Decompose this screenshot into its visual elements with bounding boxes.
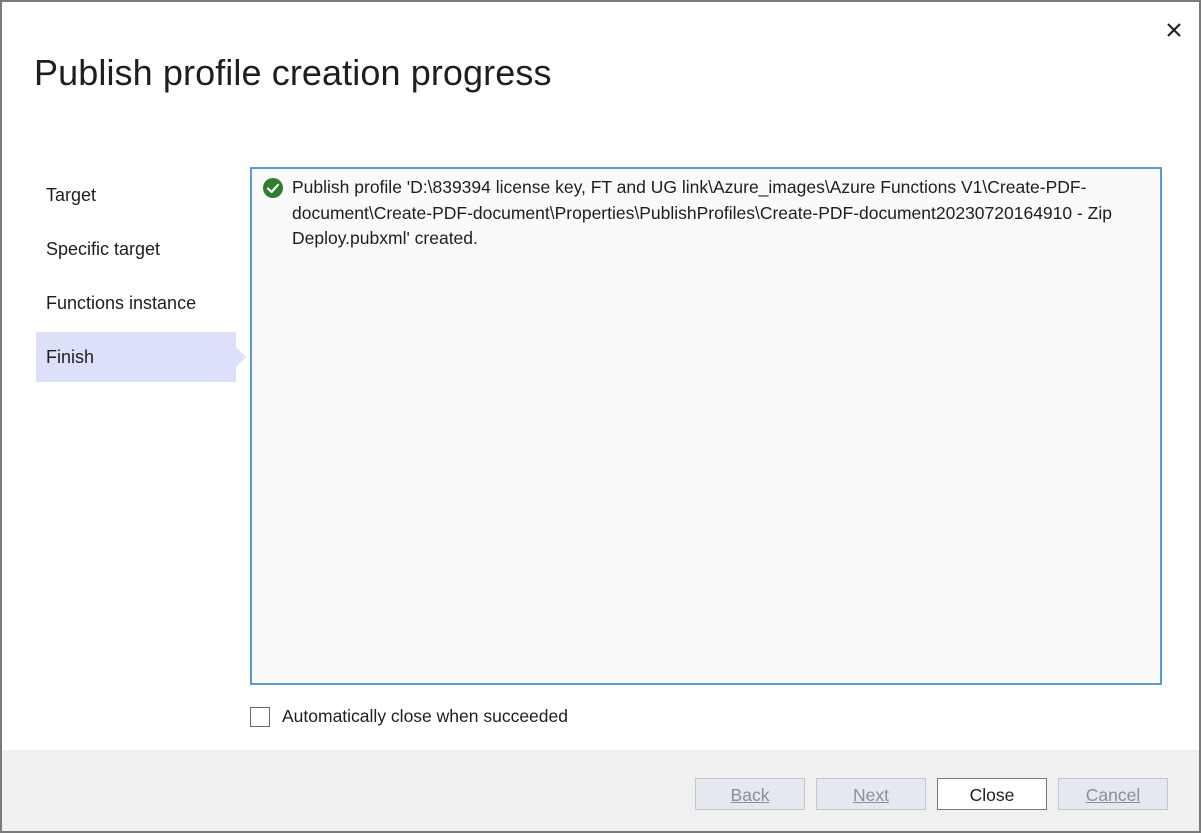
step-label: Finish [46,347,95,367]
step-label: Target [46,185,97,205]
step-label: Functions instance [46,293,197,313]
auto-close-checkbox[interactable] [250,706,270,727]
status-message-text: Publish profile 'D:\839394 license key, … [292,177,1112,248]
publish-progress-dialog: Publish profile creation progress Target… [0,0,1201,833]
next-button[interactable]: Next [816,778,926,810]
step-target[interactable]: Target [36,170,236,220]
auto-close-option[interactable]: Automatically close when succeeded [250,706,568,727]
back-button[interactable]: Back [695,778,805,810]
step-functions-instance[interactable]: Functions instance [36,278,236,328]
step-specific-target[interactable]: Specific target [36,224,236,274]
dialog-title: Publish profile creation progress [34,52,552,93]
wizard-steps-nav: Target Specific target Functions instanc… [36,170,246,386]
auto-close-label[interactable]: Automatically close when succeeded [282,706,568,727]
close-icon[interactable] [1160,16,1188,44]
step-label: Specific target [46,239,161,259]
success-check-icon [262,177,284,199]
status-message-row: Publish profile 'D:\839394 license key, … [262,175,1152,252]
step-finish[interactable]: Finish [36,332,246,382]
dialog-footer: Back Next Close Cancel [2,750,1199,831]
progress-output-panel[interactable]: Publish profile 'D:\839394 license key, … [250,167,1162,685]
cancel-button[interactable]: Cancel [1058,778,1168,810]
close-button[interactable]: Close [937,778,1047,810]
